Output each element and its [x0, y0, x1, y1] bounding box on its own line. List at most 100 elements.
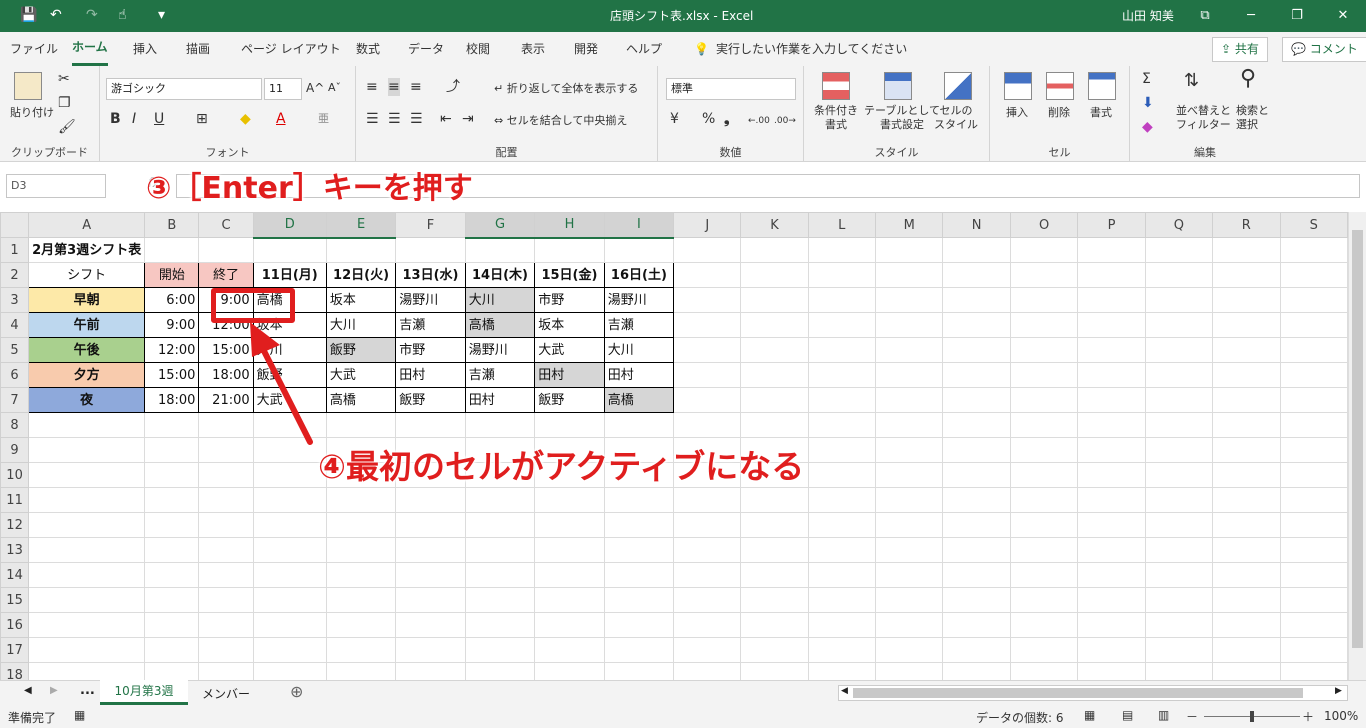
page-break-view-icon[interactable]: ▥ — [1158, 708, 1169, 722]
close-icon[interactable]: ✕ — [1320, 0, 1366, 32]
align-center-icon[interactable]: ☰ — [388, 110, 401, 128]
cell-e18[interactable] — [325, 662, 397, 680]
cell-g8[interactable] — [464, 412, 536, 438]
cell-e3[interactable]: 坂本 — [325, 287, 397, 313]
customize-qat-icon[interactable]: ▾ — [158, 7, 165, 23]
cell-r6[interactable] — [1212, 362, 1281, 388]
cell-m9[interactable] — [874, 437, 944, 463]
cell-n12[interactable] — [942, 512, 1011, 538]
cell-m1[interactable] — [874, 237, 944, 263]
cell-f1[interactable] — [395, 237, 466, 263]
cell-a15[interactable] — [28, 587, 146, 613]
cell-a12[interactable] — [28, 512, 146, 538]
cell-k12[interactable] — [740, 512, 809, 538]
cell-i4[interactable]: 吉瀬 — [603, 312, 675, 338]
copy-icon[interactable]: ❐ — [58, 94, 71, 112]
cell-q10[interactable] — [1144, 462, 1214, 488]
fill-color-icon[interactable]: ◆ — [240, 110, 251, 128]
cell-r7[interactable] — [1212, 387, 1281, 413]
format-painter-icon[interactable]: 🖌 — [58, 118, 76, 136]
underline-icon[interactable]: U — [154, 110, 164, 128]
cell-r16[interactable] — [1212, 612, 1281, 638]
format-as-table-icon[interactable] — [884, 72, 912, 100]
cell-h3[interactable]: 市野 — [534, 287, 605, 313]
cell-q17[interactable] — [1144, 637, 1214, 663]
cell-n3[interactable] — [942, 287, 1011, 313]
cell-c15[interactable] — [198, 587, 254, 613]
format-as-table-button[interactable]: テーブルとして 書式設定 — [864, 104, 940, 132]
cell-o12[interactable] — [1009, 512, 1079, 538]
cell-i12[interactable] — [603, 512, 675, 538]
cell-h5[interactable]: 大武 — [534, 337, 605, 363]
cell-i16[interactable] — [603, 612, 675, 638]
cell-b18[interactable] — [144, 662, 200, 680]
cell-j6[interactable] — [673, 362, 742, 388]
column-header-d[interactable]: D — [252, 212, 327, 239]
cell-f16[interactable] — [395, 612, 466, 638]
cell-c17[interactable] — [198, 637, 254, 663]
cell-o18[interactable] — [1009, 662, 1079, 680]
cell-j2[interactable] — [673, 262, 742, 288]
cell-i5[interactable]: 大川 — [603, 337, 675, 363]
cell-i3[interactable]: 湯野川 — [603, 287, 675, 313]
cell-r5[interactable] — [1212, 337, 1281, 363]
cell-a2[interactable]: シフト — [28, 262, 146, 288]
cell-l3[interactable] — [807, 287, 876, 313]
conditional-format-button[interactable]: 条件付き 書式 — [814, 104, 858, 132]
column-header-m[interactable]: M — [874, 212, 944, 238]
cell-l8[interactable] — [807, 412, 876, 438]
align-right-icon[interactable]: ☰ — [410, 110, 423, 128]
cell-s5[interactable] — [1279, 337, 1348, 363]
cell-b5[interactable]: 12:00 — [144, 337, 200, 363]
cell-m18[interactable] — [874, 662, 944, 680]
cell-b7[interactable]: 18:00 — [144, 387, 200, 413]
column-header-q[interactable]: Q — [1144, 212, 1214, 238]
cell-a7[interactable]: 夜 — [28, 387, 146, 413]
cell-p16[interactable] — [1077, 612, 1146, 638]
cell-h11[interactable] — [534, 487, 605, 513]
cell-s2[interactable] — [1279, 262, 1348, 288]
cell-s14[interactable] — [1279, 562, 1348, 588]
cell-l6[interactable] — [807, 362, 876, 388]
tab-file[interactable]: ファイル — [10, 32, 58, 66]
row-header-5[interactable]: 5 — [0, 337, 30, 363]
cell-n2[interactable] — [942, 262, 1011, 288]
cell-s18[interactable] — [1279, 662, 1348, 680]
tab-scroll-right-icon[interactable]: ▶ — [50, 685, 58, 696]
cell-g17[interactable] — [464, 637, 536, 663]
cell-s13[interactable] — [1279, 537, 1348, 563]
italic-icon[interactable]: I — [132, 110, 136, 128]
find-select-icon[interactable]: ⚲ — [1240, 68, 1256, 90]
tab-formulas[interactable]: 数式 — [356, 32, 380, 66]
cell-n16[interactable] — [942, 612, 1011, 638]
row-header-1[interactable]: 1 — [0, 237, 30, 263]
redo-icon[interactable]: ↷ — [86, 7, 98, 23]
cell-j4[interactable] — [673, 312, 742, 338]
cell-p9[interactable] — [1077, 437, 1146, 463]
tab-draw[interactable]: 描画 — [186, 32, 210, 66]
bold-icon[interactable]: B — [110, 110, 121, 128]
cell-c14[interactable] — [198, 562, 254, 588]
cell-r13[interactable] — [1212, 537, 1281, 563]
user-name[interactable]: 山田 知美 — [1122, 0, 1174, 32]
fill-icon[interactable]: ⬇ — [1142, 94, 1154, 112]
merge-center-button[interactable]: ⇔ セルを結合して中央揃え — [494, 114, 627, 128]
cell-r2[interactable] — [1212, 262, 1281, 288]
undo-icon[interactable]: ↶ — [50, 7, 62, 23]
decrease-indent-icon[interactable]: ⇤ — [440, 110, 452, 128]
sheet-tab-active[interactable]: 10月第3週 — [100, 680, 188, 705]
cell-r8[interactable] — [1212, 412, 1281, 438]
insert-cells-icon[interactable] — [1004, 72, 1032, 100]
cell-g13[interactable] — [464, 537, 536, 563]
row-header-11[interactable]: 11 — [0, 487, 30, 513]
cell-a8[interactable] — [28, 412, 146, 438]
cell-m3[interactable] — [874, 287, 944, 313]
cell-b3[interactable]: 6:00 — [144, 287, 200, 313]
cell-b8[interactable] — [144, 412, 200, 438]
row-header-15[interactable]: 15 — [0, 587, 30, 613]
cell-h4[interactable]: 坂本 — [534, 312, 605, 338]
cell-q14[interactable] — [1144, 562, 1214, 588]
cell-d13[interactable] — [252, 537, 327, 563]
cell-l16[interactable] — [807, 612, 876, 638]
cell-o14[interactable] — [1009, 562, 1079, 588]
